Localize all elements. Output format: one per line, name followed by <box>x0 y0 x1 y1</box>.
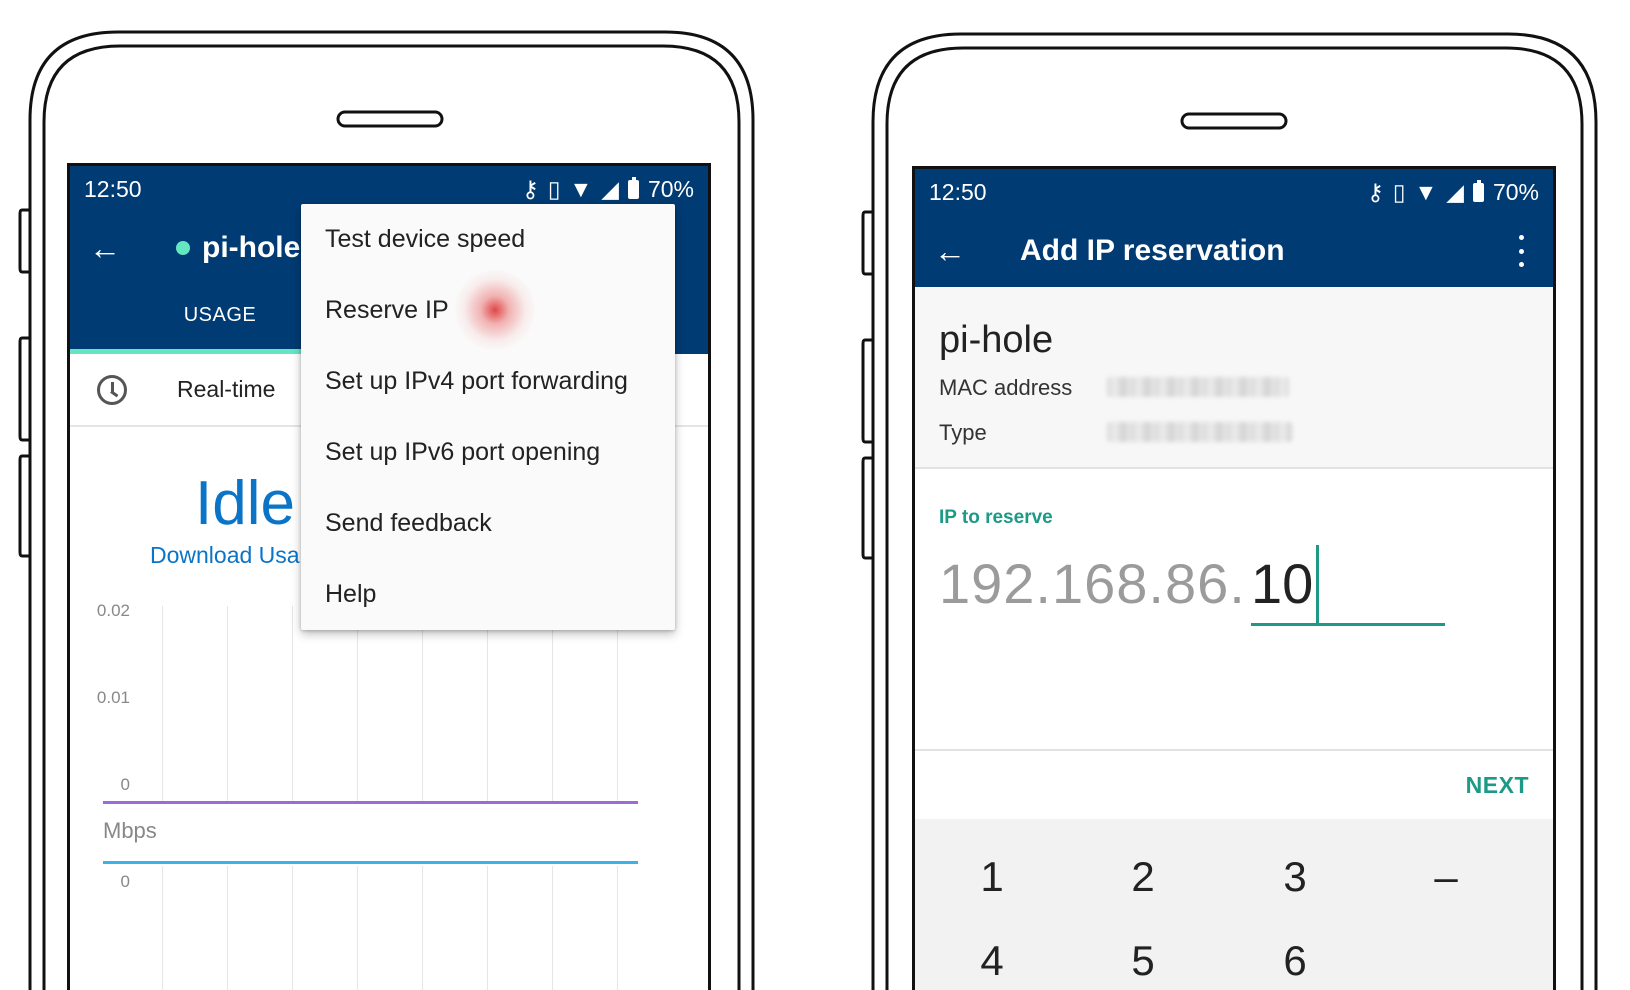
next-button[interactable]: NEXT <box>1466 772 1529 799</box>
wifi-icon: ▼ <box>1414 178 1438 205</box>
status-time: 12:50 <box>84 175 142 202</box>
vibrate-icon: ▯ <box>547 175 561 202</box>
more-vert-icon[interactable] <box>1517 235 1525 267</box>
grid-line <box>487 866 488 990</box>
mac-address-label: MAC address <box>939 375 1073 400</box>
y-tick-label: 0.01 <box>96 688 130 707</box>
grid-line <box>357 606 358 801</box>
grid-line <box>357 866 358 990</box>
grid-line <box>487 606 488 801</box>
menu-item-help[interactable]: Help <box>301 559 675 630</box>
wifi-icon: ▼ <box>569 175 593 202</box>
battery-icon <box>627 176 639 199</box>
grid-line <box>552 866 553 990</box>
grid-line <box>162 606 163 801</box>
grid-line <box>422 866 423 990</box>
upload-series-line <box>103 801 638 804</box>
page-title: Add IP reservation <box>1020 234 1285 267</box>
left-screen: 12:50 ⚷ ▯ ▼ ◢ 70% ← pi-hole USAGE Real-t… <box>67 163 711 990</box>
key-1[interactable]: 1 <box>942 853 1042 901</box>
right-screen: 12:50 ⚷ ▯ ▼ ◢ 70% ← Add IP reservation p… <box>912 166 1556 990</box>
grid-line <box>617 606 618 801</box>
grid-line <box>162 866 163 990</box>
tap-indicator <box>455 270 535 350</box>
grid-line <box>617 866 618 990</box>
key-2[interactable]: 2 <box>1093 853 1193 901</box>
battery-icon <box>1472 179 1484 202</box>
status-bar: 12:50 ⚷ ▯ ▼ ◢ 70% <box>915 169 1553 215</box>
input-underline <box>1251 623 1445 626</box>
ip-last-octet-input[interactable]: 10 <box>1251 551 1313 616</box>
status-time: 12:50 <box>929 178 987 205</box>
menu-item-ipv6-port-opening[interactable]: Set up IPv6 port opening <box>301 417 675 488</box>
arrow-left-icon[interactable]: ← <box>70 230 140 267</box>
key-6[interactable]: 6 <box>1245 937 1345 985</box>
download-usage-label[interactable]: Download Usa <box>150 542 300 569</box>
y-tick-label: 0 <box>120 872 130 891</box>
numeric-keypad: 1 2 3 – 4 5 6 <box>915 819 1553 990</box>
battery-percent: 70% <box>1492 178 1539 205</box>
divider <box>915 749 1553 751</box>
online-status-dot <box>176 241 190 255</box>
menu-item-send-feedback[interactable]: Send feedback <box>301 488 675 559</box>
device-title: pi-hole <box>202 231 301 264</box>
grid-line <box>227 606 228 801</box>
key-dash[interactable]: – <box>1396 853 1496 901</box>
vibrate-icon: ▯ <box>1392 178 1406 205</box>
menu-item-ipv4-port-forwarding[interactable]: Set up IPv4 port forwarding <box>301 346 675 417</box>
device-info-section: pi-hole MAC address Type <box>915 287 1553 469</box>
arrow-left-icon[interactable]: ← <box>915 233 985 270</box>
app-bar: ← Add IP reservation <box>915 215 1553 287</box>
key-5[interactable]: 5 <box>1093 937 1193 985</box>
menu-item-test-device-speed[interactable]: Test device speed <box>301 204 675 275</box>
key-4[interactable]: 4 <box>942 937 1042 985</box>
grid-line <box>227 866 228 990</box>
vpn-key-icon: ⚷ <box>521 175 539 202</box>
mac-address-value-redacted <box>1107 377 1289 397</box>
key-3[interactable]: 3 <box>1245 853 1345 901</box>
clock-icon <box>97 374 127 405</box>
status-icons: ⚷ ▯ ▼ ◢ 70% <box>522 176 694 203</box>
type-value-redacted <box>1107 422 1292 442</box>
grid-line <box>292 606 293 801</box>
tab-usage[interactable]: USAGE <box>120 304 320 327</box>
y-tick-label: 0.02 <box>96 601 130 620</box>
type-label: Type <box>939 420 987 445</box>
download-series-line <box>103 861 638 864</box>
overflow-menu: Test device speed Reserve IP Set up IPv4… <box>301 204 675 630</box>
signal-icon: ◢ <box>601 175 619 202</box>
grid-line <box>292 866 293 990</box>
grid-line <box>422 606 423 801</box>
status-icons: ⚷ ▯ ▼ ◢ 70% <box>1367 179 1539 206</box>
speed-status: Idle <box>195 469 295 538</box>
signal-icon: ◢ <box>1446 178 1464 205</box>
battery-percent: 70% <box>647 175 694 202</box>
y-axis-label: Mbps <box>103 818 157 843</box>
ip-prefix: 192.168.86. <box>939 552 1246 615</box>
text-cursor <box>1316 545 1319 623</box>
vpn-key-icon: ⚷ <box>1366 178 1384 205</box>
realtime-label: Real-time <box>177 376 276 402</box>
grid-line <box>552 606 553 801</box>
device-name: pi-hole <box>939 319 1054 361</box>
ip-field-label: IP to reserve <box>939 507 1053 528</box>
y-tick-label: 0 <box>120 775 130 794</box>
